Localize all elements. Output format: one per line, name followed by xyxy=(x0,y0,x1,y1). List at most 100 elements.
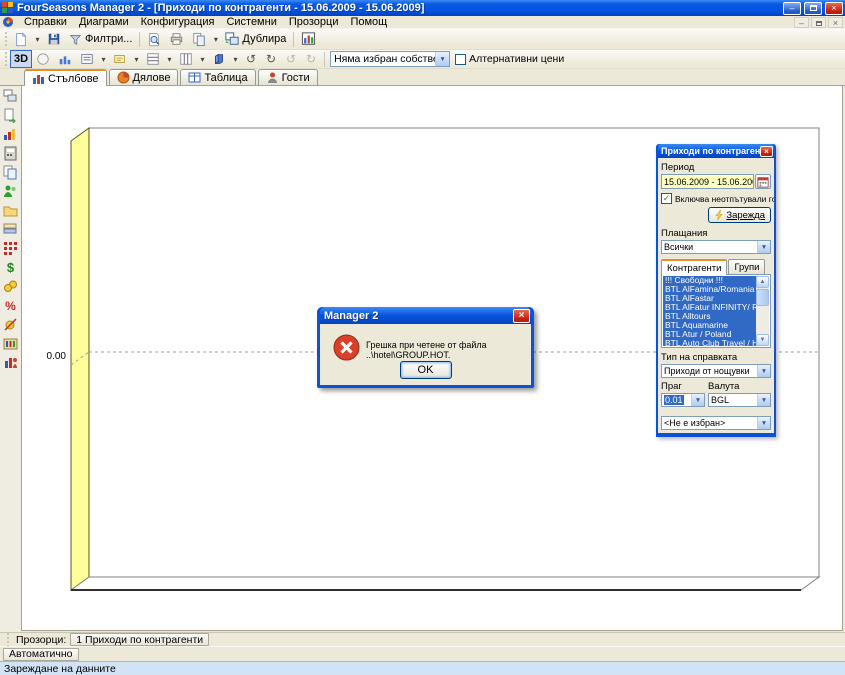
sidebar-icon-export-report[interactable] xyxy=(3,108,18,123)
duplicate-button[interactable]: Дублира xyxy=(221,30,290,48)
copy-dropdown[interactable]: ▾ xyxy=(210,30,221,48)
error-dialog-close-button[interactable]: × xyxy=(513,309,530,323)
rotate-ccw-button[interactable]: ↺ xyxy=(241,50,261,68)
3d-toggle-button[interactable]: 3D xyxy=(10,50,32,68)
sidebar-icon-archive-chart[interactable] xyxy=(3,336,18,351)
error-dialog-body: Грешка при четене от файла ..\hotel\GROU… xyxy=(320,324,531,385)
alt-prices-checkbox[interactable]: Алтернативни цени xyxy=(455,53,564,65)
series-depth-dropdown[interactable]: ▾ xyxy=(230,50,241,68)
mdi-minimize-button[interactable]: – xyxy=(794,17,809,28)
owner-combobox[interactable]: Няма избран собственици ▼ xyxy=(330,51,450,67)
panel-close-button[interactable]: × xyxy=(760,146,773,157)
chevron-down-icon[interactable]: ▼ xyxy=(691,394,704,406)
menu-diagrami[interactable]: Диаграми xyxy=(73,16,135,29)
load-button[interactable]: Зарежда xyxy=(708,207,771,223)
restore-button[interactable] xyxy=(804,2,822,15)
list-item[interactable]: BTL Atur / Poland xyxy=(663,330,756,339)
menu-prozorci[interactable]: Прозорци xyxy=(283,16,345,29)
toolbar-grip[interactable] xyxy=(5,32,7,46)
currency-select[interactable]: BGL ▼ xyxy=(708,393,771,407)
tab-guests[interactable]: Гости xyxy=(258,69,318,85)
sidebar-icon-windows[interactable] xyxy=(3,89,18,104)
scroll-down-icon[interactable]: ▼ xyxy=(756,334,769,346)
marks-button[interactable] xyxy=(109,50,131,68)
tab-bars[interactable]: Стълбове xyxy=(24,69,107,86)
new-report-button[interactable] xyxy=(10,30,32,48)
ok-button[interactable]: OK xyxy=(400,361,452,379)
print-preview-button[interactable] xyxy=(143,30,165,48)
save-button[interactable] xyxy=(43,30,65,48)
tab-contragents[interactable]: Контрагенти xyxy=(661,259,727,275)
hotel-select[interactable]: <Не е избран> ▼ xyxy=(661,416,771,430)
threshold-combo[interactable]: 0.01 ▼ xyxy=(661,393,705,407)
chart-window-button[interactable] xyxy=(297,30,320,48)
sidebar-icon-coins[interactable] xyxy=(3,279,18,294)
menu-konfiguracia[interactable]: Конфигурация xyxy=(135,16,221,29)
open-window-button[interactable]: 1 Приходи по контрагенти xyxy=(70,633,209,646)
list-item[interactable]: BTL Auto Club Travel / Hunga xyxy=(663,339,756,346)
scroll-up-icon[interactable]: ▲ xyxy=(756,276,769,288)
period-input[interactable]: 15.06.2009 - 15.06.2009 xyxy=(661,174,754,189)
tilt-back-button[interactable]: ↺ xyxy=(281,50,301,68)
tab-table[interactable]: Таблица xyxy=(180,69,255,85)
windows-bar-grip[interactable] xyxy=(7,633,9,647)
list-item[interactable]: BTL AlFamina/Romania xyxy=(663,285,756,294)
menu-spravki[interactable]: Справки xyxy=(18,16,73,29)
menu-sistemni[interactable]: Системни xyxy=(220,16,282,29)
marks-dropdown[interactable]: ▾ xyxy=(131,50,142,68)
chevron-down-icon[interactable]: ▼ xyxy=(757,417,770,429)
horizontal-grid-dropdown[interactable]: ▾ xyxy=(164,50,175,68)
listbox-scrollbar[interactable]: ▲ ▼ xyxy=(756,276,769,346)
include-guests-checkbox[interactable]: ✓ Включва неотпътували гости xyxy=(661,193,771,204)
vertical-grid-button[interactable] xyxy=(175,50,197,68)
scrollbar-thumb[interactable] xyxy=(756,289,769,306)
chart-type-button[interactable] xyxy=(54,50,76,68)
chevron-down-icon[interactable]: ▼ xyxy=(757,241,770,253)
rotate-cw-button[interactable]: ↻ xyxy=(261,50,281,68)
toolbar-separator xyxy=(293,32,294,47)
payments-select[interactable]: Всички ▼ xyxy=(661,240,771,254)
chevron-down-icon[interactable]: ▼ xyxy=(757,394,770,406)
minimize-button[interactable]: – xyxy=(783,2,801,15)
sidebar-icon-cards[interactable] xyxy=(3,222,18,237)
tab-groups[interactable]: Групи xyxy=(728,259,765,274)
new-report-dropdown[interactable]: ▾ xyxy=(32,30,43,48)
include-guests-label: Включва неотпътували гости xyxy=(675,194,774,204)
tilt-forward-button[interactable]: ↻ xyxy=(301,50,321,68)
chevron-down-icon[interactable]: ▼ xyxy=(757,365,770,377)
pie-rotation-button[interactable] xyxy=(32,50,54,68)
report-type-select[interactable]: Приходи от нощувки ▼ xyxy=(661,364,771,378)
toolbar-grip[interactable] xyxy=(5,52,7,66)
sidebar-icon-discounts[interactable]: % xyxy=(3,298,18,313)
list-item[interactable]: !!! Свободни !!! xyxy=(663,276,756,285)
print-button[interactable] xyxy=(165,30,188,48)
automatic-button[interactable]: Автоматично xyxy=(3,648,79,661)
legend-dropdown[interactable]: ▾ xyxy=(98,50,109,68)
sidebar-icon-guest-stats[interactable] xyxy=(3,355,18,370)
sidebar-icon-price-cut[interactable] xyxy=(3,317,18,332)
list-item[interactable]: BTL AlFastar xyxy=(663,294,756,303)
chevron-down-icon[interactable]: ▼ xyxy=(435,52,449,66)
sidebar-icon-folders[interactable] xyxy=(3,203,18,218)
sidebar-icon-payments[interactable]: $ xyxy=(3,260,18,275)
vertical-grid-dropdown[interactable]: ▾ xyxy=(197,50,208,68)
sidebar-icon-guests[interactable] xyxy=(3,184,18,199)
horizontal-grid-button[interactable] xyxy=(142,50,164,68)
sidebar-icon-calculator[interactable] xyxy=(3,146,18,161)
list-item[interactable]: BTL Alltours xyxy=(663,312,756,321)
sidebar-icon-revenue-chart[interactable] xyxy=(3,127,18,142)
sidebar-icon-copy-report[interactable] xyxy=(3,165,18,180)
calendar-button[interactable] xyxy=(755,174,771,189)
list-item[interactable]: BTL AlFatur INFINITY/ Romani xyxy=(663,303,756,312)
close-button[interactable]: × xyxy=(825,2,843,15)
mdi-restore-button[interactable] xyxy=(811,17,826,28)
list-item[interactable]: BTL Aquamarine xyxy=(663,321,756,330)
series-depth-button[interactable] xyxy=(208,50,230,68)
mdi-close-button[interactable]: × xyxy=(828,17,843,28)
tab-pie[interactable]: Дялове xyxy=(109,69,179,85)
legend-button[interactable] xyxy=(76,50,98,68)
menu-pomosht[interactable]: Помощ xyxy=(344,16,393,29)
copy-button[interactable] xyxy=(188,30,210,48)
sidebar-icon-occupancy-grid[interactable] xyxy=(3,241,18,256)
filter-button[interactable]: Филтри... xyxy=(65,30,136,48)
